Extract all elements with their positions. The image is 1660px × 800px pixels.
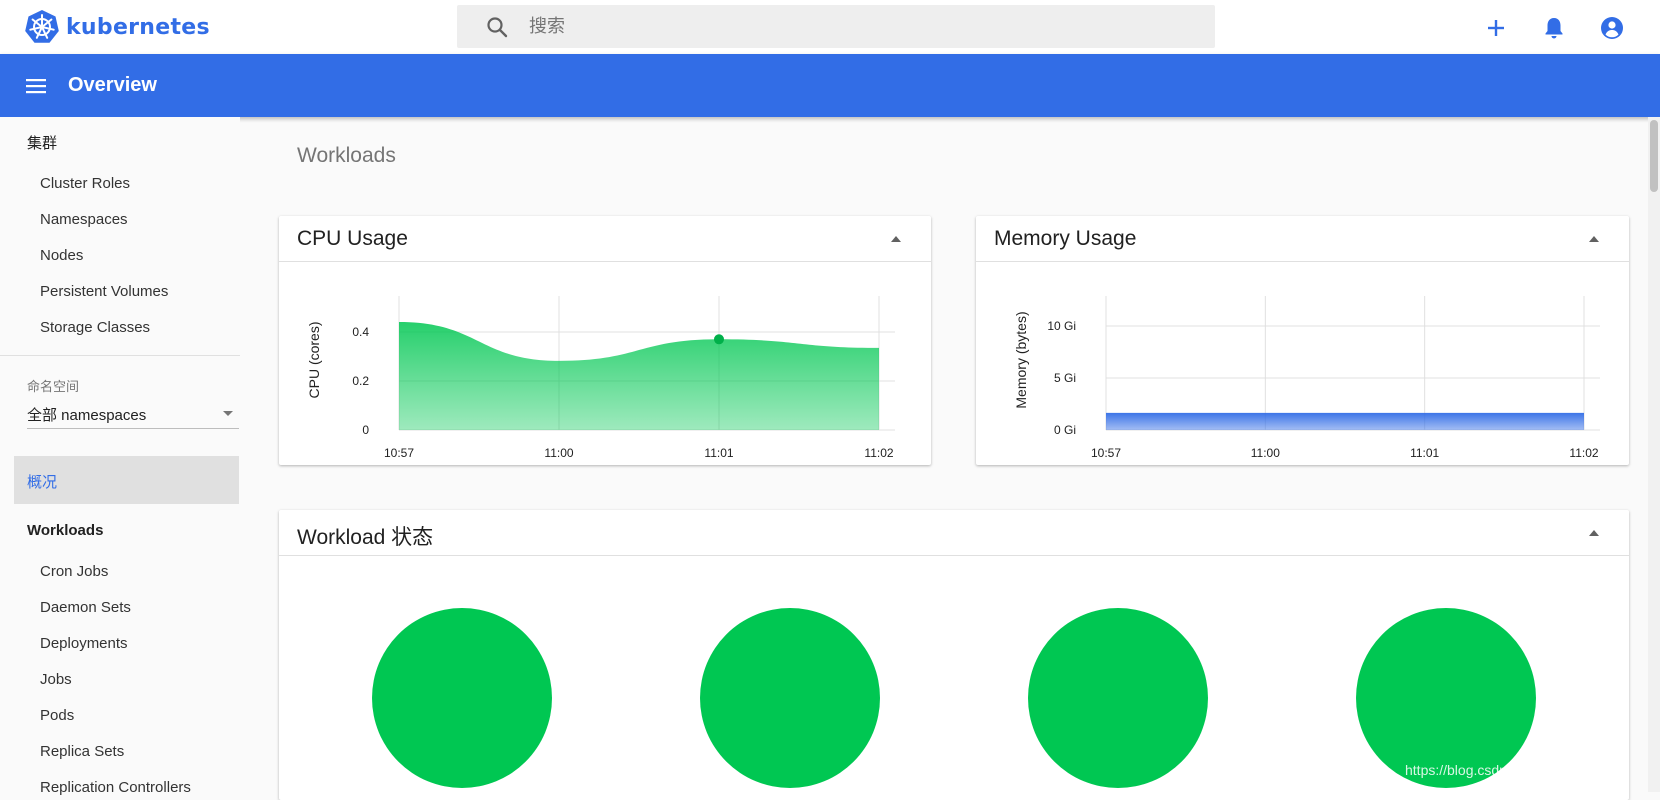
sidebar-divider <box>0 355 240 356</box>
menu-icon[interactable] <box>24 74 48 98</box>
sidebar-item-persistent-volumes[interactable]: Persistent Volumes <box>40 283 168 300</box>
account-button[interactable] <box>1598 14 1626 42</box>
collapse-arrow-icon[interactable] <box>1589 236 1599 242</box>
workload-status-pie <box>372 608 552 788</box>
workload-status-card: Workload 状态 <box>279 510 1629 800</box>
area-series <box>1106 412 1584 430</box>
y-axis-label: CPU (cores) <box>306 321 322 398</box>
notifications-button[interactable] <box>1540 14 1568 42</box>
sidebar: 集群 Cluster Roles Namespaces Nodes Persis… <box>0 117 240 796</box>
x-tick-label: 10:57 <box>1091 446 1121 460</box>
page-scrollbar-thumb[interactable] <box>1650 120 1658 192</box>
sidebar-item-storage-classes[interactable]: Storage Classes <box>40 319 150 336</box>
sidebar-heading-workloads[interactable]: Workloads <box>27 522 103 539</box>
sidebar-item-pods[interactable]: Pods <box>40 707 74 724</box>
kubernetes-logo[interactable]: kubernetes <box>24 9 210 45</box>
y-tick-label: 0 <box>362 423 369 437</box>
header-bar: Overview <box>0 54 1660 117</box>
sidebar-item-cron-jobs[interactable]: Cron Jobs <box>40 563 108 580</box>
namespace-selector[interactable]: 全部 namespaces <box>27 399 239 429</box>
cpu-usage-card: CPU Usage 0 0.2 0.4 10:57 11:00 11:01 11:02 CPU… <box>279 216 931 465</box>
sidebar-item-nodes[interactable]: Nodes <box>40 247 83 264</box>
y-tick-label: 5 Gi <box>1054 371 1076 385</box>
search-icon <box>487 16 508 37</box>
watermark-text: https://blog.csdn.net/qq_37242520 <box>1405 762 1620 778</box>
helm-wheel-icon <box>25 10 59 43</box>
workload-status-pie <box>1356 608 1536 788</box>
page-scrollbar-track[interactable] <box>1648 117 1660 792</box>
workload-status-title: Workload 状态 <box>297 526 434 549</box>
page-title: Overview <box>68 74 157 96</box>
sidebar-item-daemon-sets[interactable]: Daemon Sets <box>40 599 131 616</box>
y-axis-label: Memory (bytes) <box>1013 311 1029 408</box>
x-tick-label: 11:00 <box>544 446 573 460</box>
hover-point <box>714 334 724 345</box>
y-tick-label: 10 Gi <box>1047 319 1076 333</box>
top-bar: kubernetes <box>0 0 1660 54</box>
cpu-card-title: CPU Usage <box>297 227 408 250</box>
search-bar[interactable] <box>457 5 1215 48</box>
y-tick-label: 0.4 <box>352 325 369 339</box>
workload-status-header: Workload 状态 <box>279 510 1629 556</box>
sidebar-item-replica-sets[interactable]: Replica Sets <box>40 743 124 760</box>
sidebar-item-deployments[interactable]: Deployments <box>40 635 128 652</box>
sidebar-item-overview[interactable]: 概况 <box>14 456 239 504</box>
memory-card-title: Memory Usage <box>994 227 1137 250</box>
x-tick-label: 11:01 <box>704 446 733 460</box>
dropdown-arrow-icon <box>223 411 233 416</box>
sidebar-item-overview-label: 概况 <box>27 474 58 491</box>
cpu-usage-chart: 0 0.2 0.4 10:57 11:00 11:01 11:02 CPU (cores) <box>306 296 895 460</box>
x-tick-label: 11:01 <box>1410 446 1439 460</box>
memory-usage-card: Memory Usage 0 Gi 5 Gi 10 Gi 10:57 11:00 11:0… <box>976 216 1629 465</box>
section-title: Workloads <box>297 144 396 167</box>
workload-status-charts <box>372 608 1536 788</box>
cpu-card-header: CPU Usage <box>279 216 931 262</box>
area-series <box>399 322 879 430</box>
create-button[interactable] <box>1482 14 1510 42</box>
workload-status-pie <box>700 608 880 788</box>
sidebar-item-jobs[interactable]: Jobs <box>40 671 72 688</box>
x-tick-label: 11:02 <box>1569 446 1598 460</box>
sidebar-heading-cluster: 集群 <box>27 135 58 152</box>
x-tick-label: 11:02 <box>864 446 893 460</box>
memory-card-header: Memory Usage <box>976 216 1629 262</box>
namespace-label: 命名空间 <box>27 379 80 394</box>
x-tick-label: 11:00 <box>1251 446 1280 460</box>
collapse-arrow-icon[interactable] <box>891 236 901 242</box>
namespace-value: 全部 namespaces <box>27 407 147 424</box>
y-tick-label: 0 Gi <box>1054 423 1076 437</box>
bell-icon <box>1545 18 1563 39</box>
workload-status-pie <box>1028 608 1208 788</box>
collapse-arrow-icon[interactable] <box>1589 530 1599 536</box>
search-input[interactable] <box>529 16 1129 37</box>
sidebar-item-cluster-roles[interactable]: Cluster Roles <box>40 175 130 192</box>
app-name: kubernetes <box>66 14 210 40</box>
x-tick-label: 10:57 <box>384 446 414 460</box>
account-circle-icon <box>1601 17 1623 39</box>
sidebar-item-namespaces[interactable]: Namespaces <box>40 211 128 228</box>
y-tick-label: 0.2 <box>352 374 369 388</box>
sidebar-item-replication-controllers[interactable]: Replication Controllers <box>40 779 191 796</box>
plus-icon <box>1488 20 1504 36</box>
memory-usage-chart: 0 Gi 5 Gi 10 Gi 10:57 11:00 11:01 11:02 Memory … <box>1013 296 1600 460</box>
